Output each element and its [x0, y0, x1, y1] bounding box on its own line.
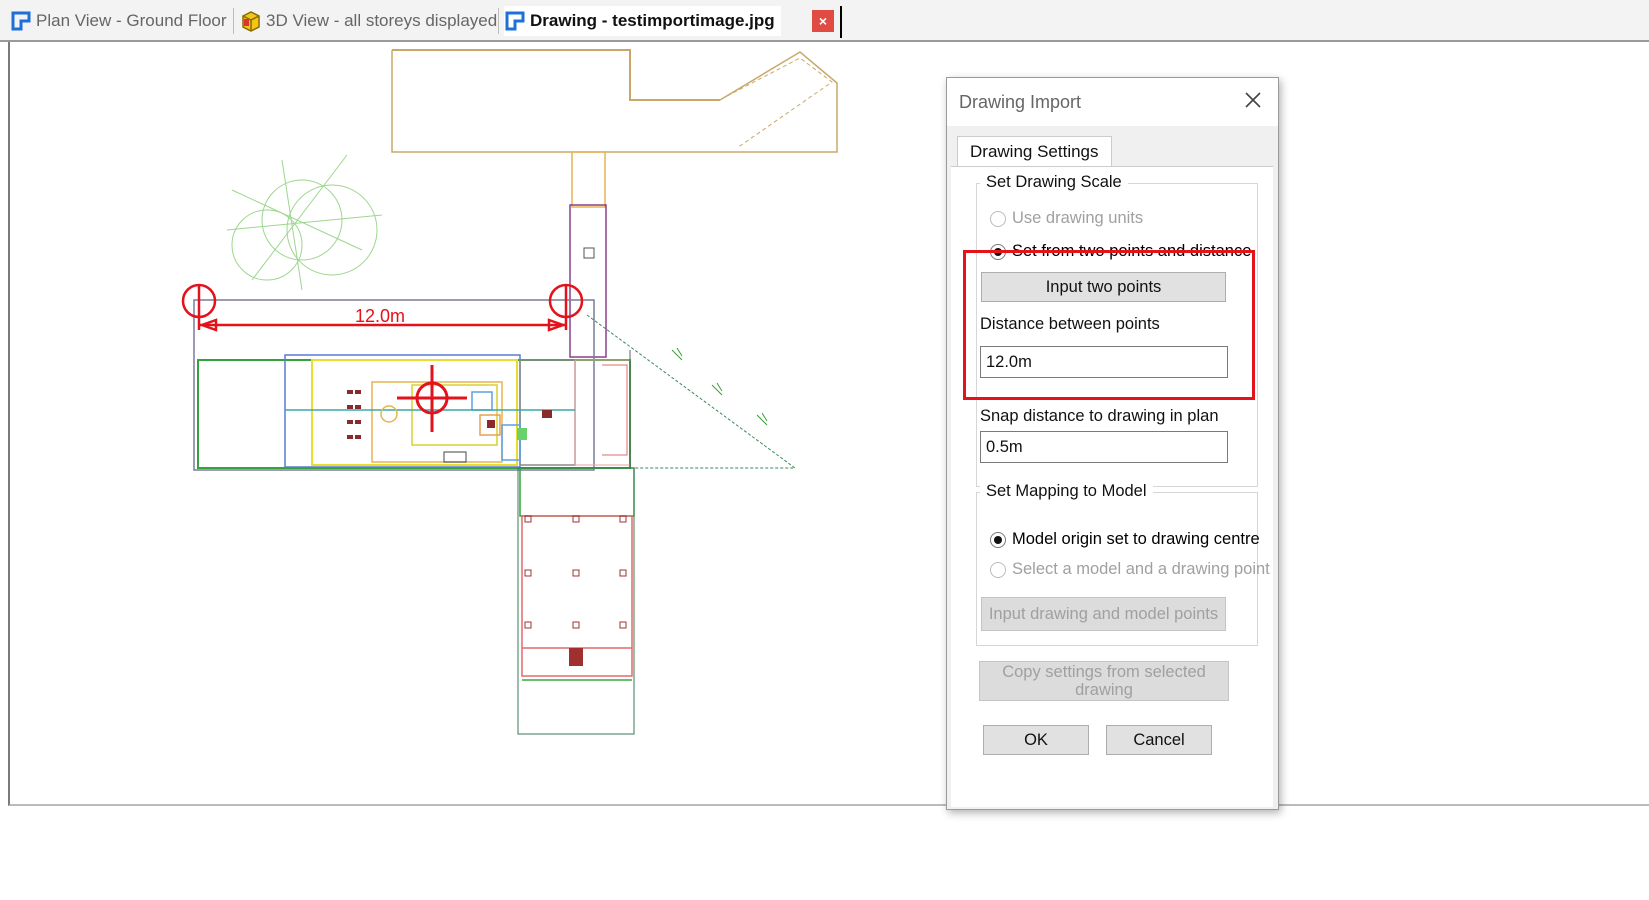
tab-drawing-settings[interactable]: Drawing Settings [957, 136, 1112, 167]
drawing-canvas[interactable]: 12.0m [8, 42, 1649, 806]
radio-model-origin-centre[interactable]: Model origin set to drawing centre [990, 530, 1260, 549]
dialog-close-button[interactable] [1239, 86, 1267, 114]
close-tab-button[interactable]: × [812, 10, 834, 32]
radio-selected-icon [990, 531, 1006, 548]
document-tab-bar: Plan View - Ground Floor 3D View - all s… [0, 0, 1649, 42]
tab-label: 3D View - all storeys displayed [266, 11, 498, 30]
tab-divider [498, 8, 499, 34]
group-label: Set Drawing Scale [980, 173, 1128, 192]
drawing-import-dialog: Drawing Import Drawing Settings Set Draw… [946, 77, 1279, 810]
highlight-annotation-box [963, 250, 1255, 400]
close-icon [1245, 92, 1261, 108]
copy-settings-button[interactable]: Copy settings from selected drawing [979, 661, 1229, 701]
radio-select-model-drawing-point[interactable]: Select a model and a drawing point [990, 560, 1270, 579]
radio-label: Use drawing units [1012, 209, 1144, 227]
radio-button-icon [990, 210, 1006, 227]
tab-drawing[interactable]: Drawing - testimportimage.jpg [504, 6, 781, 36]
radio-label: Select a model and a drawing point [1012, 560, 1270, 578]
3d-view-icon [240, 10, 262, 32]
group-label: Set Mapping to Model [980, 482, 1153, 501]
plan-view-icon [10, 10, 32, 32]
close-icon: × [818, 13, 828, 29]
dimension-label: 12.0m [355, 306, 406, 326]
ok-button[interactable]: OK [983, 725, 1089, 755]
tab-label: Plan View - Ground Floor [36, 11, 227, 30]
imported-floor-plan-drawing [181, 49, 838, 735]
tab-3d-view[interactable]: 3D View - all storeys displayed [240, 6, 497, 36]
radio-button-icon [990, 561, 1006, 578]
radio-label: Model origin set to drawing centre [1012, 530, 1260, 548]
tab-plan-view[interactable]: Plan View - Ground Floor [10, 6, 227, 36]
input-drawing-model-points-button[interactable]: Input drawing and model points [981, 597, 1226, 631]
tab-label: Drawing - testimportimage.jpg [530, 11, 775, 30]
tab-divider [233, 8, 234, 34]
radio-use-drawing-units[interactable]: Use drawing units [990, 209, 1143, 228]
cancel-button[interactable]: Cancel [1106, 725, 1212, 755]
snap-distance-label: Snap distance to drawing in plan [980, 407, 1219, 425]
drawing-icon [504, 10, 526, 32]
dialog-title: Drawing Import [959, 92, 1082, 112]
tab-bar-caret [840, 6, 842, 38]
snap-distance-input[interactable] [980, 431, 1228, 463]
